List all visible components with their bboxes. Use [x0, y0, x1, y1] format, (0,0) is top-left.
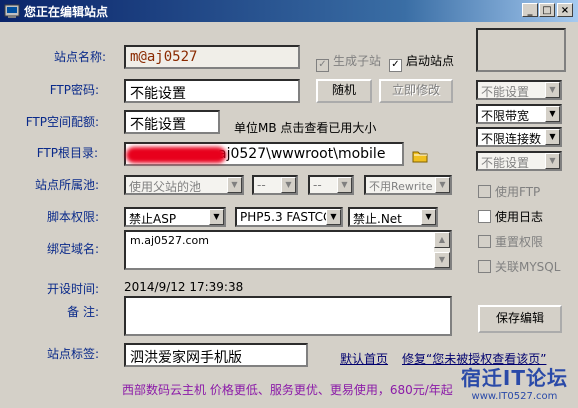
watermark-brand: 宿迁IT论坛 [460, 366, 568, 390]
chevron-down-icon: ▼ [281, 177, 296, 193]
asp-value: 禁止ASP [129, 212, 177, 226]
site-watermark: 宿迁IT论坛 www.IT0527.com [461, 362, 568, 402]
chevron-down-icon: ▼ [421, 209, 436, 225]
link-mysql-label: 关联MYSQL [495, 260, 561, 274]
checkbox-box [478, 235, 491, 248]
bandwidth-value: 不限带宽 [481, 109, 530, 123]
chevron-down-icon: ▼ [326, 209, 341, 225]
site-name-label: 站点名称: [53, 50, 106, 64]
chevron-down-icon: ▼ [435, 177, 450, 193]
site-tag-label: 站点标签: [46, 347, 99, 361]
php-value: PHP5.3 FASTCG [240, 210, 333, 224]
link-mysql-checkbox[interactable]: 关联MYSQL [478, 258, 560, 275]
pool-combo-3-value: -- [313, 178, 322, 192]
site-tag-field[interactable]: 泗洪爱家网手机版 [124, 343, 308, 367]
checkbox-box [478, 260, 491, 273]
checkbox-box [478, 185, 491, 198]
right-combo-1[interactable]: 不能设置 ▼ [476, 80, 562, 100]
pool-combo[interactable]: 使用父站的池 ▼ [124, 175, 244, 195]
promo-text[interactable]: 西部数码云主机 价格更低、服务更优、更易使用，680元/年起 [122, 381, 453, 398]
reset-perm-checkbox[interactable]: 重置权限 [478, 233, 543, 250]
modify-now-button[interactable]: 立即修改 [379, 79, 453, 103]
ftp-password-label: FTP密码: [49, 83, 99, 97]
chevron-down-icon: ▼ [545, 106, 560, 122]
quota-hint[interactable]: 单位MB 点击查看已用大小 [234, 119, 376, 136]
right-combo-1-value: 不能设置 [481, 85, 530, 99]
bind-domain-label: 绑定域名: [46, 242, 99, 256]
script-perm-label: 脚本权限: [46, 210, 99, 224]
open-time-label: 开设时间: [46, 282, 99, 296]
connections-value: 不限连接数 [481, 132, 542, 146]
checkbox-box [478, 210, 491, 223]
use-ftp-label: 使用FTP [495, 185, 541, 199]
scroll-down-icon[interactable]: ▼ [434, 252, 450, 268]
use-log-checkbox[interactable]: 使用日志 [478, 208, 543, 225]
rewrite-combo[interactable]: 不用Rewrite ▼ [364, 175, 452, 195]
ftp-root-label: FTP根目录: [36, 146, 98, 160]
window-title: 您正在编辑站点 [24, 5, 109, 19]
random-button[interactable]: 随机 [316, 79, 372, 103]
preview-box [476, 28, 566, 72]
site-pool-label: 站点所属池: [34, 178, 99, 192]
folder-icon[interactable] [412, 149, 428, 163]
maximize-button[interactable]: □ [539, 3, 555, 17]
right-combo-4[interactable]: 不能设置 ▼ [476, 151, 562, 171]
net-combo[interactable]: 禁止.Net ▼ [348, 207, 438, 227]
pool-value: 使用父站的池 [129, 180, 202, 194]
right-combo-4-value: 不能设置 [481, 156, 530, 170]
chevron-down-icon: ▼ [545, 153, 560, 169]
connections-combo[interactable]: 不限连接数 ▼ [476, 127, 562, 147]
ftp-quota-field[interactable]: 不能设置 [124, 110, 220, 134]
title-bar: 您正在编辑站点 _ □ × [0, 0, 578, 22]
open-time-value: 2014/9/12 17:39:38 [124, 280, 244, 294]
ftp-password-field[interactable]: 不能设置 [124, 79, 300, 103]
pool-combo-2-value: -- [257, 178, 266, 192]
ftp-quota-label: FTP空间配额: [25, 115, 99, 129]
net-value: 禁止.Net [353, 212, 402, 226]
chevron-down-icon: ▼ [337, 177, 352, 193]
chevron-down-icon: ▼ [209, 209, 224, 225]
gen-subsite-checkbox[interactable]: ✓ 生成子站 [316, 52, 381, 72]
rewrite-value: 不用Rewrite [369, 180, 433, 193]
start-site-label: 启动站点 [406, 54, 455, 68]
check-icon: ✓ [316, 59, 329, 72]
bandwidth-combo[interactable]: 不限带宽 ▼ [476, 104, 562, 124]
pool-combo-2[interactable]: -- ▼ [252, 175, 298, 195]
minimize-button[interactable]: _ [522, 3, 538, 17]
redacted-path-mark [126, 147, 226, 163]
chevron-down-icon: ▼ [545, 82, 560, 98]
default-page-link[interactable]: 默认首页 [340, 350, 388, 367]
remark-label: 备 注: [67, 305, 99, 319]
start-site-checkbox[interactable]: ✓ 启动站点 [389, 52, 454, 72]
watermark-url: www.IT0527.com [471, 391, 558, 402]
bind-domain-scrollbar[interactable]: ▲ ▼ [434, 232, 450, 268]
remark-field[interactable] [124, 296, 452, 336]
asp-combo[interactable]: 禁止ASP ▼ [124, 207, 226, 227]
chevron-down-icon: ▼ [227, 177, 242, 193]
edit-site-form: 站点名称: m@aj0527 ✓ 生成子站 ✓ 启动站点 FTP密码: 不能设置 随… [4, 22, 574, 404]
php-combo[interactable]: PHP5.3 FASTCG ▼ [235, 207, 343, 227]
check-icon: ✓ [389, 59, 402, 72]
save-edit-button[interactable]: 保存编辑 [478, 305, 562, 333]
use-ftp-checkbox[interactable]: 使用FTP [478, 183, 540, 200]
site-name-field[interactable]: m@aj0527 [124, 45, 300, 69]
scroll-up-icon[interactable]: ▲ [434, 232, 450, 248]
bind-domain-field[interactable]: m.aj0527.com ▲ ▼ [124, 230, 452, 270]
app-icon [4, 4, 20, 18]
reset-perm-label: 重置权限 [495, 235, 544, 249]
pool-combo-3[interactable]: -- ▼ [308, 175, 354, 195]
bind-domain-value: m.aj0527.com [130, 234, 209, 247]
gen-subsite-label: 生成子站 [333, 54, 382, 68]
close-button[interactable]: × [557, 3, 573, 17]
use-log-label: 使用日志 [495, 210, 544, 224]
chevron-down-icon: ▼ [545, 129, 560, 145]
